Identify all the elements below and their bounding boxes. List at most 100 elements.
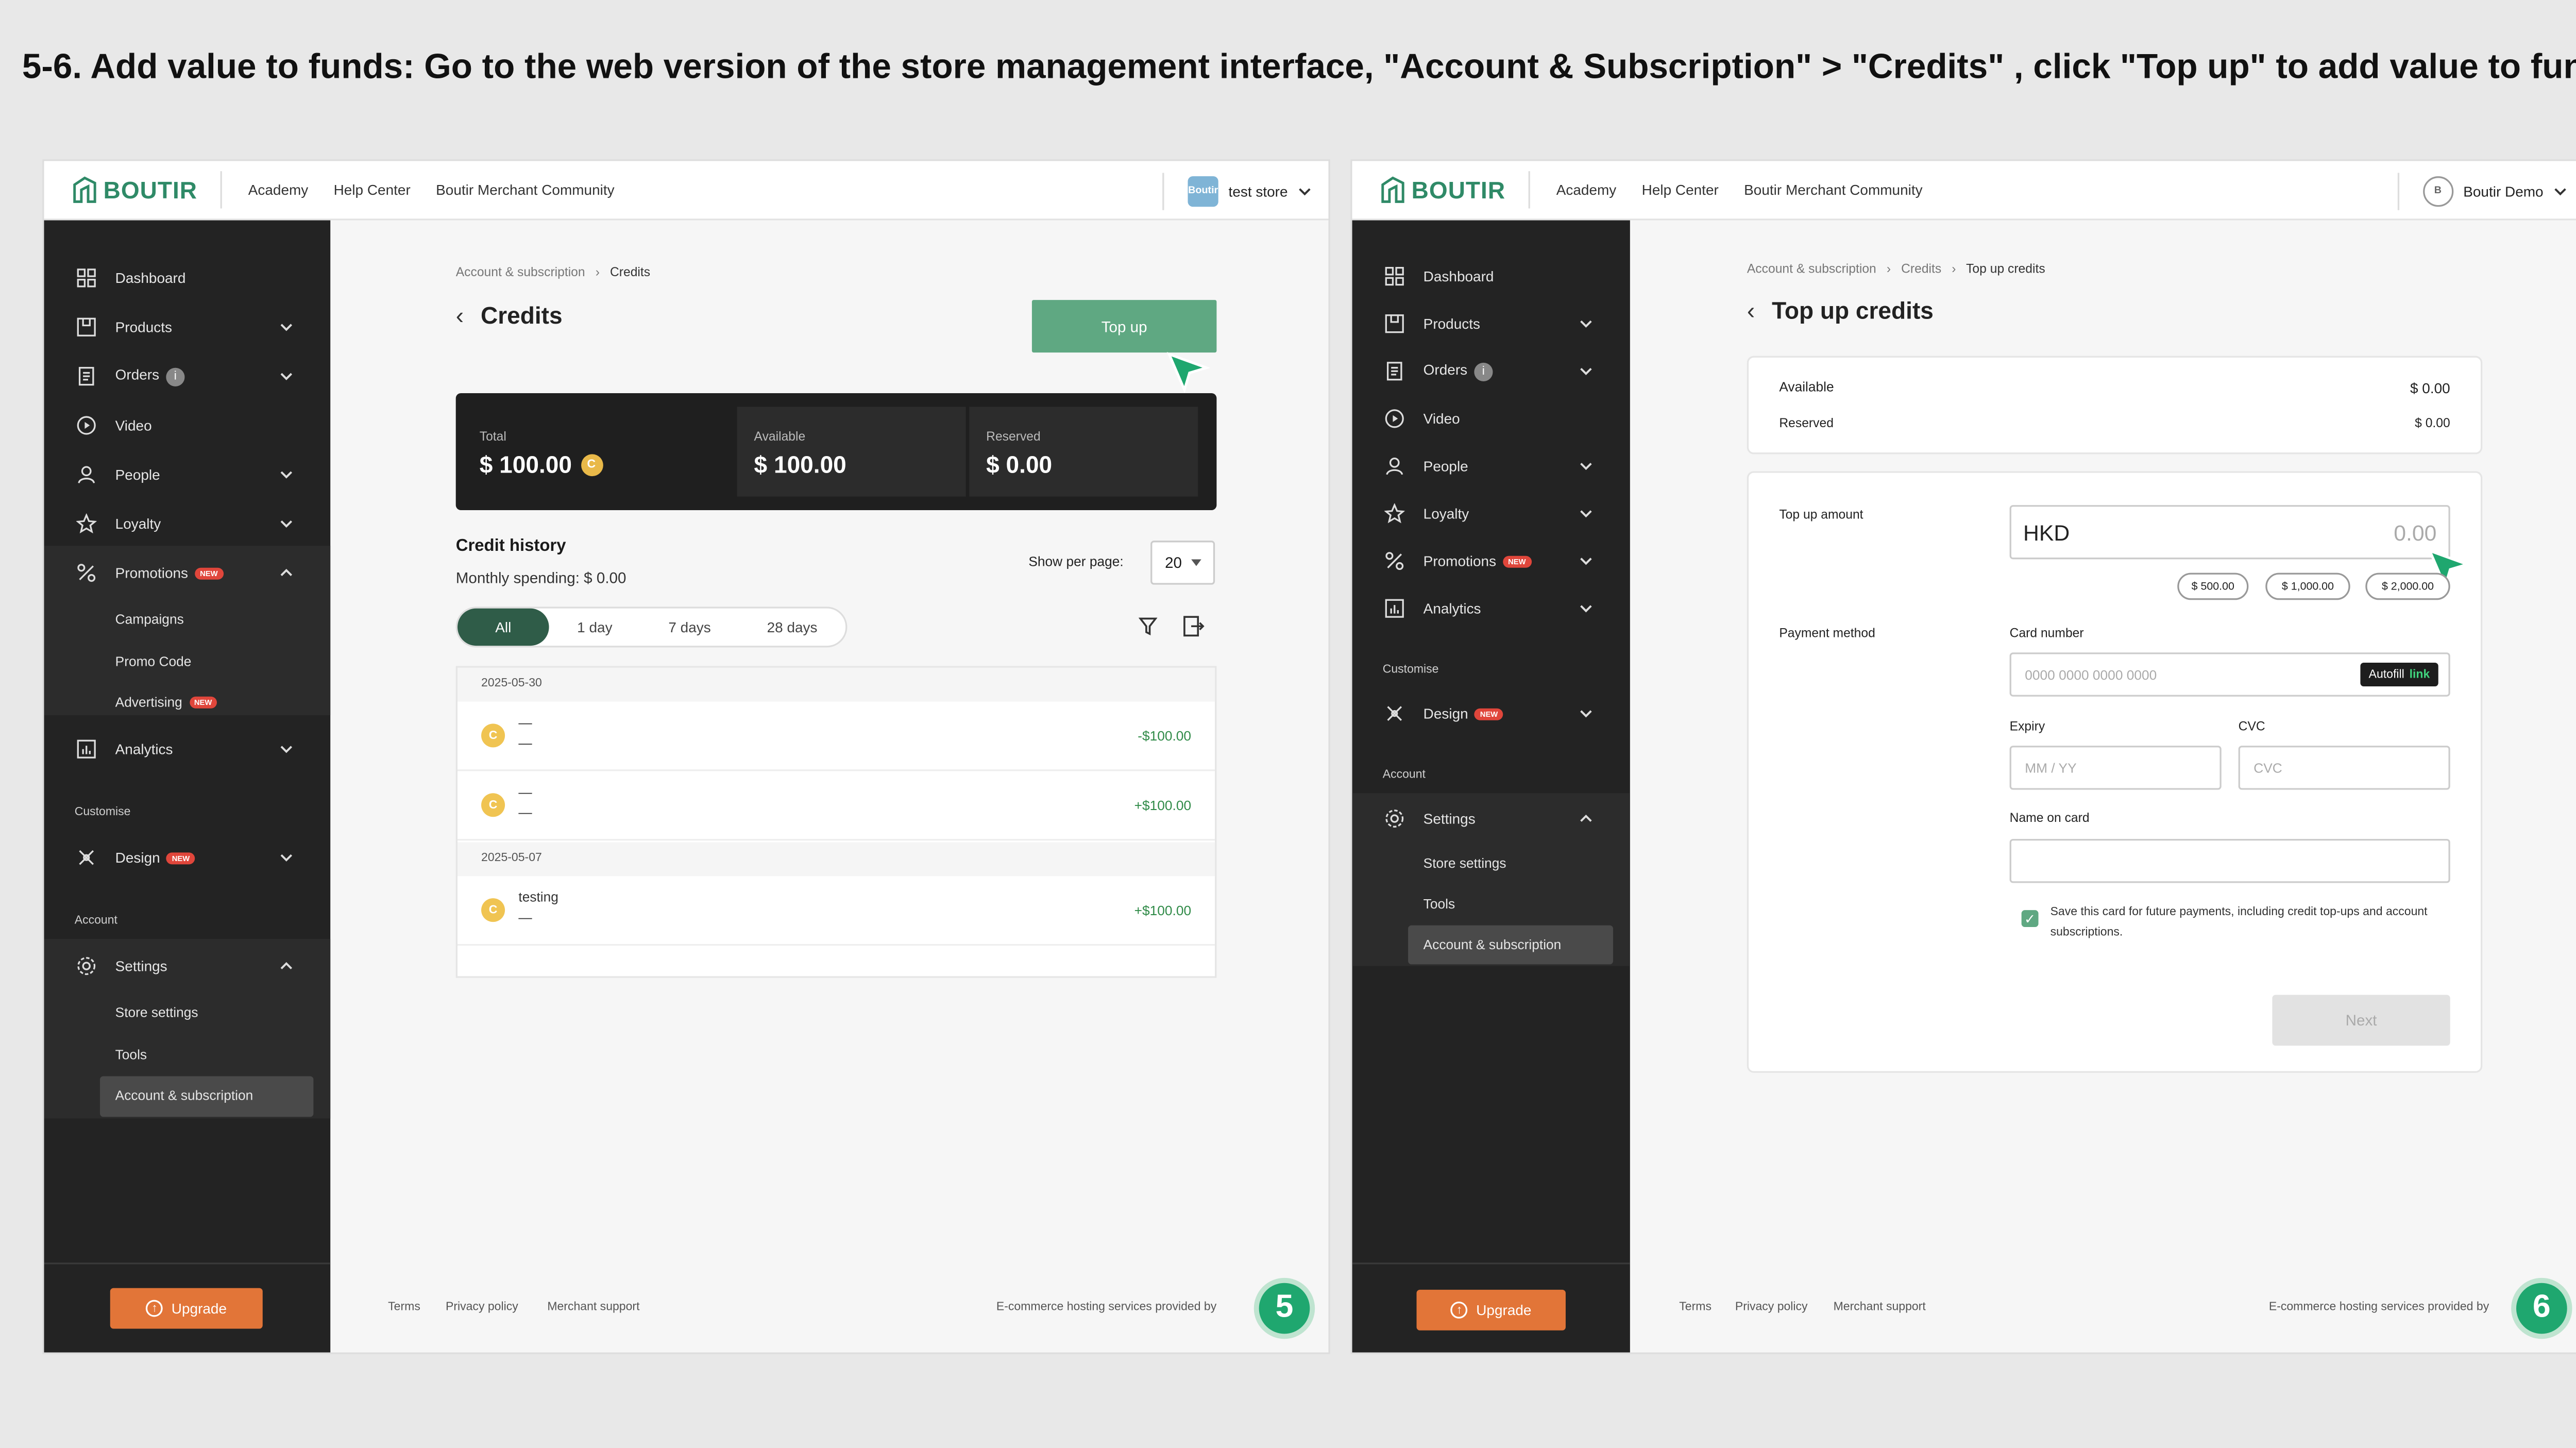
sidebar-item-analytics[interactable]: Analytics (1352, 586, 1630, 631)
preset-2000[interactable]: $ 2,000.00 (2365, 573, 2450, 600)
section-account: Account (1382, 769, 1426, 782)
bar-chart-icon (75, 738, 97, 760)
sidebar-item-analytics[interactable]: Analytics (44, 727, 331, 771)
sidebar-label: Settings (115, 957, 167, 975)
sidebar-label: Dashboard (115, 269, 186, 287)
nav-academy[interactable]: Academy (248, 181, 309, 198)
breadcrumb-middle[interactable]: Credits (1901, 261, 1941, 276)
brand-logo[interactable]: BOUTIR (44, 171, 223, 209)
available-cell: Available $ 100.00 (737, 407, 966, 497)
tab-28-days[interactable]: 28 days (739, 609, 845, 646)
back-arrow-icon[interactable]: ‹ (456, 301, 464, 329)
footer-terms[interactable]: Terms (388, 1302, 420, 1314)
history-row[interactable]: C testing — +$100.00 (457, 876, 1215, 946)
sidebar-item-tools[interactable]: Tools (115, 1048, 147, 1063)
breadcrumb-separator: › (595, 264, 600, 280)
sidebar-item-dashboard[interactable]: Dashboard (44, 256, 331, 300)
name-on-card-input[interactable] (2009, 839, 2450, 883)
gear-icon (1383, 807, 1405, 830)
sidebar-item-tools[interactable]: Tools (1423, 897, 1455, 912)
history-date: 2025-05-07 (457, 842, 1215, 877)
store-switcher[interactable]: Boutir test store (1162, 173, 1311, 210)
sidebar-item-design[interactable]: Design NEW (44, 835, 331, 880)
nav-academy[interactable]: Academy (1556, 181, 1617, 198)
store-switcher[interactable]: B Boutir Demo (2397, 173, 2567, 210)
filter-icon[interactable] (1139, 617, 1158, 635)
history-row[interactable]: C — — +$100.00 (457, 771, 1215, 841)
amount-placeholder: 0.00 (2394, 520, 2437, 546)
breadcrumb-current: Credits (609, 264, 651, 280)
sidebar-item-design[interactable]: Design NEW (1352, 692, 1630, 736)
back-arrow-icon[interactable]: ‹ (1747, 297, 1755, 324)
nav-merchant-community[interactable]: Boutir Merchant Community (436, 181, 614, 198)
breadcrumb-root[interactable]: Account & subscription (1747, 261, 1876, 276)
sidebar-label: Settings (1423, 810, 1476, 827)
tab-1-day[interactable]: 1 day (549, 609, 641, 646)
sidebar-item-promotions[interactable]: Promotions NEW (1352, 539, 1630, 583)
card-number-input[interactable]: 0000 0000 0000 0000 Autofill link (2009, 652, 2450, 697)
footer-privacy[interactable]: Privacy policy (446, 1302, 518, 1314)
tab-7-days[interactable]: 7 days (640, 609, 739, 646)
total-label: Total (479, 429, 506, 444)
history-amount: -$100.00 (1138, 729, 1192, 744)
sidebar-item-store-settings[interactable]: Store settings (115, 1005, 198, 1020)
sidebar-item-promotions[interactable]: Promotions NEW (44, 551, 331, 595)
sidebar-item-store-settings[interactable]: Store settings (1423, 856, 1506, 871)
chevron-down-icon (280, 520, 293, 528)
design-tools-icon (1383, 702, 1405, 725)
history-title: — (518, 784, 532, 800)
sidebar-item-people[interactable]: People (1352, 444, 1630, 489)
sidebar-item-settings[interactable]: Settings (1352, 797, 1630, 841)
sidebar-divider (1352, 1262, 1630, 1265)
cvc-input[interactable]: CVC (2238, 746, 2450, 790)
sidebar-item-advertising[interactable]: Advertising NEW (115, 695, 217, 710)
show-per-page-value: 20 (1165, 554, 1182, 571)
footer-privacy[interactable]: Privacy policy (1735, 1302, 1808, 1314)
save-card-checkbox[interactable]: ✓ (2021, 910, 2039, 928)
next-button[interactable]: Next (2272, 995, 2450, 1046)
preset-1000[interactable]: $ 1,000.00 (2265, 573, 2350, 600)
sidebar-item-account-subscription[interactable]: Account & subscription (1408, 925, 1614, 965)
sidebar-item-products[interactable]: Products (1352, 301, 1630, 346)
new-badge: NEW (189, 697, 217, 710)
top-up-button[interactable]: Top up (1031, 300, 1217, 353)
export-icon[interactable] (1183, 615, 1205, 637)
sidebar-item-loyalty[interactable]: Loyalty (44, 502, 331, 546)
available-value: $ 100.00 (754, 450, 846, 478)
person-icon (1383, 455, 1405, 477)
nav-merchant-community[interactable]: Boutir Merchant Community (1744, 181, 1922, 198)
sidebar-item-orders[interactable]: Orders i (44, 354, 331, 398)
footer-support[interactable]: Merchant support (547, 1302, 639, 1314)
sidebar-item-products[interactable]: Products (44, 305, 331, 349)
sidebar-item-promo-code[interactable]: Promo Code (115, 654, 192, 670)
breadcrumb-current: Top up credits (1966, 261, 2045, 277)
history-row[interactable]: C — — -$100.00 (457, 702, 1215, 771)
preset-500[interactable]: $ 500.00 (2177, 573, 2249, 600)
breadcrumb-parent[interactable]: Account & subscription (456, 264, 585, 280)
nav-help-center[interactable]: Help Center (334, 181, 411, 198)
expiry-input[interactable]: MM / YY (2009, 746, 2222, 790)
sidebar-item-settings[interactable]: Settings (44, 944, 331, 988)
sidebar-item-campaigns[interactable]: Campaigns (115, 612, 184, 627)
reserved-label: Reserved (1779, 415, 1834, 431)
sidebar-item-loyalty[interactable]: Loyalty (1352, 492, 1630, 536)
sidebar-label: Analytics (115, 740, 173, 758)
sidebar-item-people[interactable]: People (44, 452, 331, 497)
nav-help-center[interactable]: Help Center (1642, 181, 1719, 198)
autofill-link-button[interactable]: Autofill link (2360, 662, 2438, 687)
name-on-card-label: Name on card (2009, 810, 2090, 826)
sidebar-item-video[interactable]: Video (1352, 397, 1630, 441)
top-up-amount-input[interactable]: HKD 0.00 (2009, 505, 2450, 560)
footer-support[interactable]: Merchant support (1834, 1302, 1926, 1314)
tab-all[interactable]: All (457, 608, 549, 646)
sidebar-item-orders[interactable]: Orders i (1352, 349, 1630, 394)
sidebar-item-video[interactable]: Video (44, 403, 331, 448)
brand-logo[interactable]: BOUTIR (1352, 171, 1531, 209)
footer-terms[interactable]: Terms (1679, 1302, 1711, 1314)
chevron-up-icon (280, 568, 293, 576)
upgrade-button[interactable]: ↑ Upgrade (1416, 1289, 1566, 1331)
show-per-page-select[interactable]: 20 (1150, 541, 1215, 585)
sidebar-item-account-subscription[interactable]: Account & subscription (100, 1076, 314, 1117)
sidebar-item-dashboard[interactable]: Dashboard (1352, 254, 1630, 298)
upgrade-button[interactable]: ↑ Upgrade (110, 1288, 263, 1329)
